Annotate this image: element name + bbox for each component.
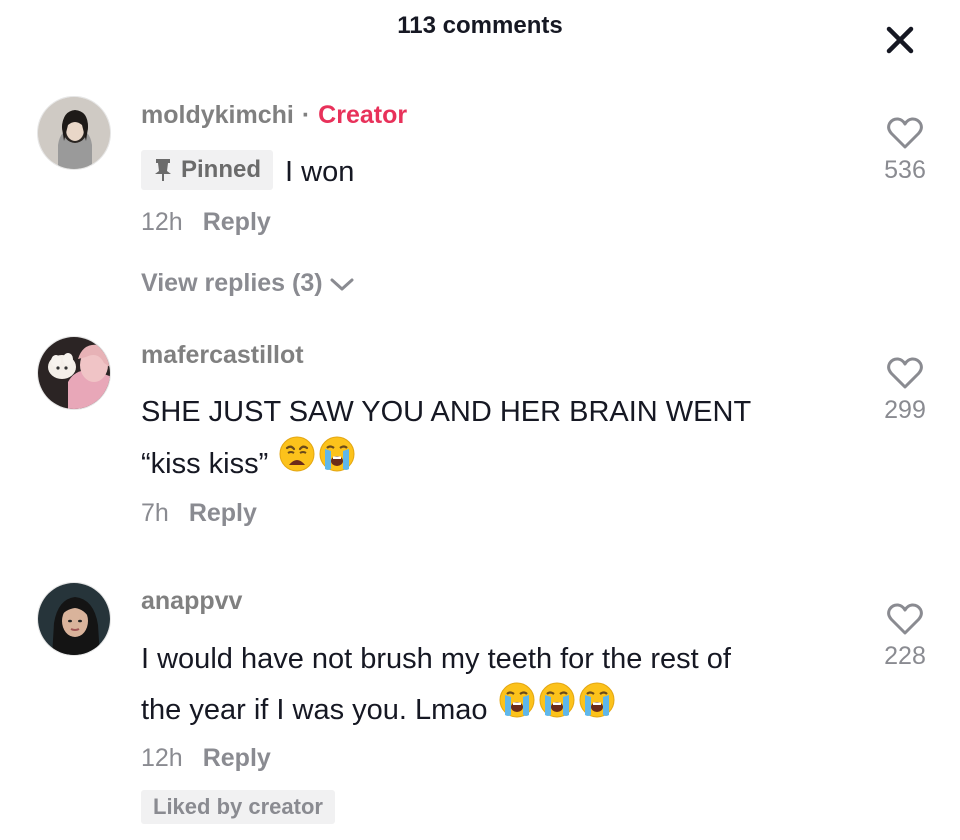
- loudly-crying-face-emoji: [578, 681, 616, 736]
- comment-text: I would have not brush my teeth for the …: [141, 643, 731, 675]
- comment-item: anappvv I would have not brush my teeth …: [0, 0, 960, 840]
- comment-author-row: anappvv: [141, 584, 242, 618]
- like-count: 228: [884, 642, 926, 670]
- avatar[interactable]: [37, 582, 111, 656]
- heart-icon[interactable]: [886, 602, 924, 636]
- comment-username[interactable]: anappvv: [141, 587, 242, 616]
- loudly-crying-face-emoji: [538, 681, 576, 736]
- comment-body-line-2: the year if I was you. Lmao: [141, 681, 616, 739]
- like-column: 228: [870, 602, 940, 671]
- liked-by-creator-badge: Liked by creator: [141, 790, 335, 824]
- comment-time: 12h: [141, 744, 183, 772]
- comment-body-line-1: I would have not brush my teeth for the …: [141, 633, 731, 685]
- comment-text: the year if I was you. Lmao: [141, 694, 488, 727]
- loudly-crying-face-emoji: [498, 681, 536, 736]
- reply-button[interactable]: Reply: [203, 744, 271, 773]
- comment-meta: 12h Reply: [141, 744, 271, 773]
